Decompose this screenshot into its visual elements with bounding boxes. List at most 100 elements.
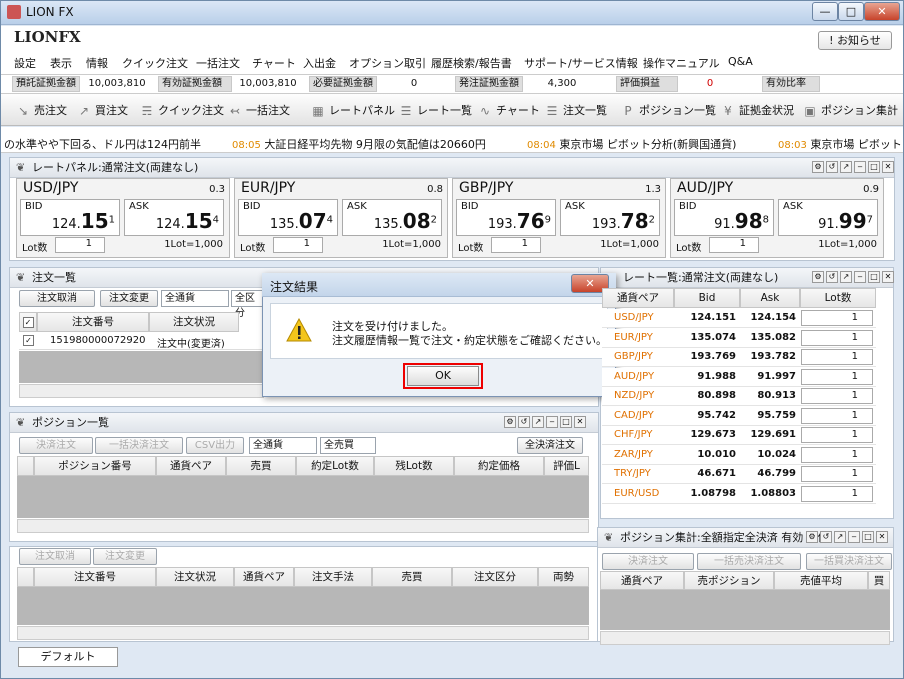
rate-list-lot-input[interactable]: 1 xyxy=(801,329,873,346)
rate-list-bid[interactable]: 1.08798 xyxy=(680,488,736,499)
modify-order-button[interactable]: 注文変更 xyxy=(100,290,158,307)
summary-settle-button[interactable]: 決済注文 xyxy=(602,553,694,570)
rate-list-bid[interactable]: 91.988 xyxy=(680,371,736,382)
tab-default[interactable]: デフォルト xyxy=(18,647,118,667)
position-currency-select[interactable]: 全通貨 xyxy=(249,437,317,454)
rate-list-column-header[interactable]: Lot数 xyxy=(800,288,876,308)
order2-column-header[interactable]: 通貨ペア xyxy=(234,567,294,587)
order2-column-header[interactable]: 注文番号 xyxy=(34,567,156,587)
order2-column-header[interactable]: 注文手法 xyxy=(294,567,372,587)
lot-input[interactable]: 1 xyxy=(273,237,323,253)
rate-ask-button[interactable]: ASK 91.997 xyxy=(778,199,878,236)
toolbar-button-7[interactable]: ☰ 注文一覧 xyxy=(545,102,607,118)
rate-list-ask[interactable]: 80.913 xyxy=(744,390,796,401)
bulk-buy-settle-button[interactable]: 一括買決済注文 xyxy=(806,553,892,570)
order2-scrollbar[interactable] xyxy=(17,626,589,640)
panel-control-icon[interactable]: ↺ xyxy=(826,161,838,173)
panel-control-icon[interactable]: ‒ xyxy=(854,161,866,173)
toolbar-button-2[interactable]: ☴ クイック注文 xyxy=(140,102,224,118)
panel-control-icon[interactable]: □ xyxy=(862,531,874,543)
rate-bid-button[interactable]: BID 124.151 xyxy=(20,199,120,236)
notice-button[interactable]: ! お知らせ xyxy=(818,31,892,50)
position-column-header[interactable]: 約定価格 xyxy=(454,456,544,476)
rate-list-column-header[interactable]: 通貨ペア xyxy=(602,288,674,308)
cancel-order2-button[interactable]: 注文取消 xyxy=(19,548,91,565)
bulk-settle-button[interactable]: 一括決済注文 xyxy=(95,437,183,454)
rate-list-ask[interactable]: 1.08803 xyxy=(744,488,796,499)
panel-control-icon[interactable]: ✕ xyxy=(574,416,586,428)
order-id-header[interactable]: 注文番号 xyxy=(37,312,149,332)
panel-control-icon[interactable]: ↺ xyxy=(518,416,530,428)
menu-item-2[interactable]: 情報 xyxy=(86,55,108,71)
panel-control-icon[interactable]: ✕ xyxy=(882,271,894,283)
cancel-order-button[interactable]: 注文取消 xyxy=(19,290,95,307)
menu-item-1[interactable]: 表示 xyxy=(50,55,72,71)
rate-list-lot-input[interactable]: 1 xyxy=(801,485,873,502)
rate-list-lot-input[interactable]: 1 xyxy=(801,427,873,443)
rate-list-bid[interactable]: 46.671 xyxy=(680,468,736,479)
rate-list-ask[interactable]: 124.154 xyxy=(744,312,796,323)
close-button[interactable]: ✕ xyxy=(864,2,900,21)
rate-list-lot-input[interactable]: 1 xyxy=(801,368,873,385)
rate-list-ask[interactable]: 95.759 xyxy=(744,410,796,421)
rate-list-bid[interactable]: 124.151 xyxy=(680,312,736,323)
rate-list-bid[interactable]: 129.673 xyxy=(680,429,736,440)
panel-control-icon[interactable]: ⚙ xyxy=(812,271,824,283)
rate-bid-button[interactable]: BID 91.988 xyxy=(674,199,774,236)
rate-list-lot-input[interactable]: 1 xyxy=(801,388,873,404)
lot-input[interactable]: 1 xyxy=(491,237,541,253)
summary-column-header[interactable]: 通貨ペア xyxy=(600,571,684,590)
toolbar-button-5[interactable]: ☰ レート一覧 xyxy=(399,102,472,118)
toolbar-button-8[interactable]: P ポジション一覧 xyxy=(621,102,716,118)
minimize-button[interactable]: — xyxy=(812,2,838,21)
rate-ask-button[interactable]: ASK 135.082 xyxy=(342,199,442,236)
panel-control-icon[interactable]: □ xyxy=(868,161,880,173)
position-column-header[interactable]: 残Lot数 xyxy=(374,456,454,476)
toolbar-button-4[interactable]: ▦ レートパネル xyxy=(311,102,395,118)
position-side-select[interactable]: 全売買 xyxy=(320,437,376,454)
panel-control-icon[interactable]: ‒ xyxy=(854,271,866,283)
menu-item-11[interactable]: Q&A xyxy=(728,55,753,68)
type-filter-select[interactable]: 全区分 xyxy=(231,290,265,319)
summary-column-header[interactable]: 売ポジション xyxy=(684,571,774,590)
order2-column-header[interactable]: 両勢 xyxy=(538,567,589,587)
ticker-item[interactable]: の水準やや下回る、ドル円は124円前半 xyxy=(4,136,201,152)
position-column-header[interactable]: 売買 xyxy=(226,456,296,476)
rate-list-ask[interactable]: 135.082 xyxy=(744,332,796,343)
select-all-checkbox[interactable]: ✓ xyxy=(22,317,34,328)
lot-input[interactable]: 1 xyxy=(709,237,759,253)
ok-button[interactable]: OK xyxy=(407,366,479,386)
rate-list-column-header[interactable]: Ask xyxy=(740,288,800,308)
rate-ask-button[interactable]: ASK 124.154 xyxy=(124,199,224,236)
rate-list-bid[interactable]: 95.742 xyxy=(680,410,736,421)
order-list-scrollbar[interactable] xyxy=(19,384,264,398)
toolbar-button-0[interactable]: ↘ 売注文 xyxy=(16,102,67,118)
toolbar-button-1[interactable]: ↗ 買注文 xyxy=(77,102,128,118)
rate-bid-button[interactable]: BID 193.769 xyxy=(456,199,556,236)
position-column-header[interactable]: ポジション番号 xyxy=(34,456,156,476)
rate-list-bid[interactable]: 80.898 xyxy=(680,390,736,401)
bulk-sell-settle-button[interactable]: 一括売決済注文 xyxy=(697,553,801,570)
menu-item-4[interactable]: 一括注文 xyxy=(196,55,240,71)
panel-control-icon[interactable]: ↗ xyxy=(840,161,852,173)
rate-list-ask[interactable]: 91.997 xyxy=(744,371,796,382)
order-status-header[interactable]: 注文状況 xyxy=(149,312,239,332)
rate-list-lot-input[interactable]: 1 xyxy=(801,407,873,424)
menu-item-6[interactable]: 入出金 xyxy=(303,55,336,71)
panel-control-icon[interactable]: □ xyxy=(560,416,572,428)
rate-ask-button[interactable]: ASK 193.782 xyxy=(560,199,660,236)
panel-control-icon[interactable]: ↗ xyxy=(834,531,846,543)
settle-order-button[interactable]: 決済注文 xyxy=(19,437,93,454)
panel-control-icon[interactable]: ↗ xyxy=(840,271,852,283)
menu-item-7[interactable]: オプション取引 xyxy=(349,55,426,71)
order2-column-header[interactable]: 注文状況 xyxy=(156,567,234,587)
toolbar-button-3[interactable]: ↢ 一括注文 xyxy=(228,102,290,118)
position-scrollbar[interactable] xyxy=(17,519,589,533)
menu-item-0[interactable]: 設定 xyxy=(14,55,36,71)
menu-item-8[interactable]: 履歴検索/報告書 xyxy=(431,55,512,71)
maximize-button[interactable]: □ xyxy=(838,2,864,21)
settle-all-button[interactable]: 全決済注文 xyxy=(517,437,583,454)
rate-list-lot-input[interactable]: 1 xyxy=(801,446,873,463)
menu-item-9[interactable]: サポート/サービス情報 xyxy=(524,55,638,71)
summary-column-header[interactable]: 売値平均 xyxy=(774,571,868,590)
